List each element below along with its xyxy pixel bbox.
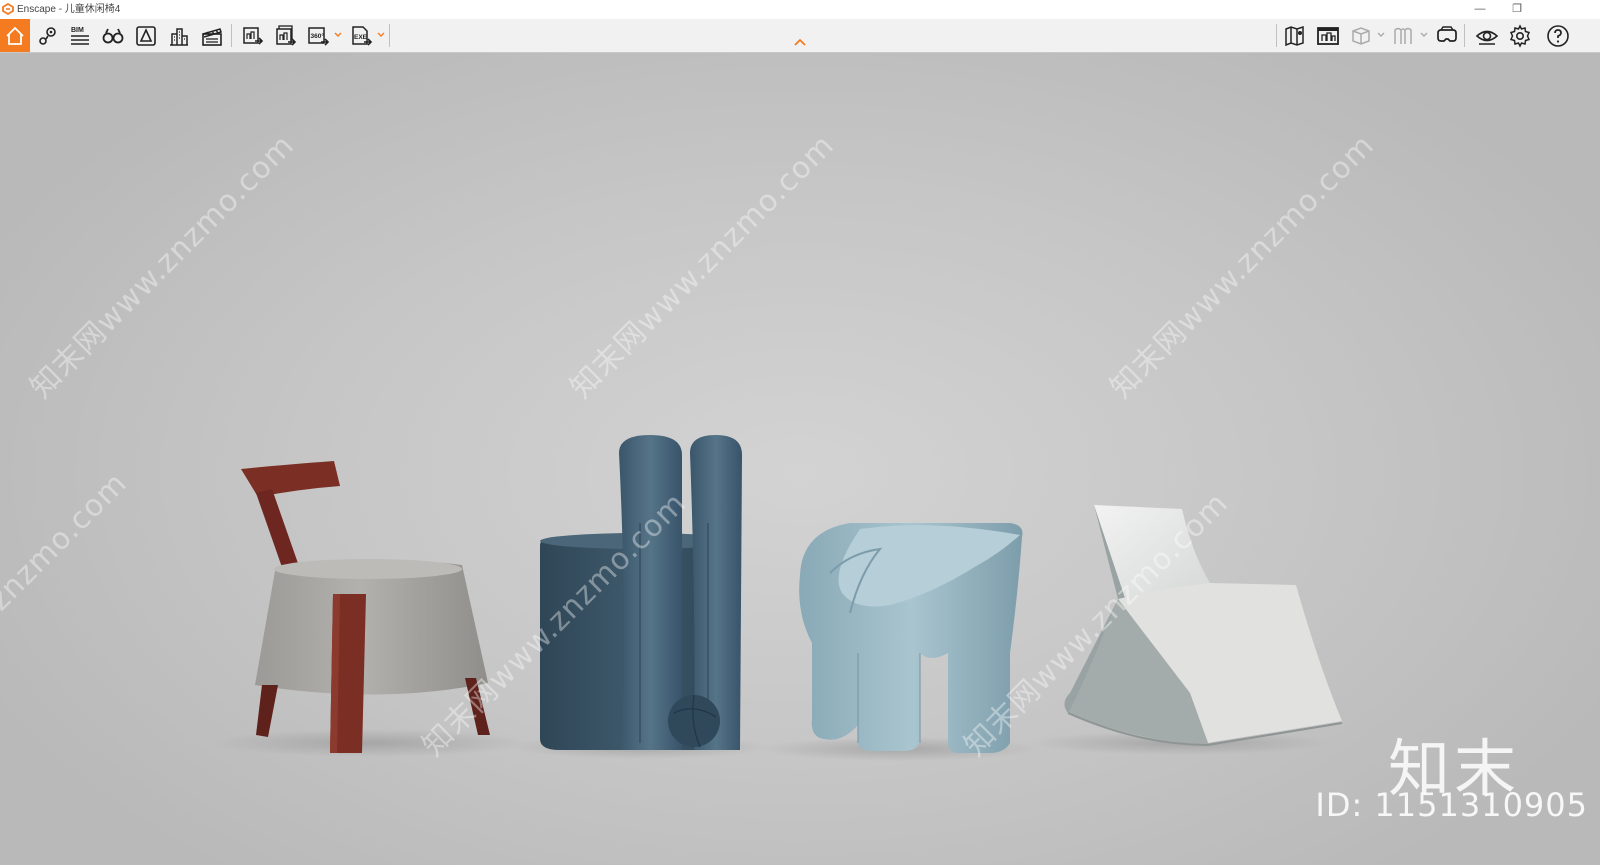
collapse-toolbar-icon[interactable] bbox=[793, 38, 807, 48]
settings-gear-icon bbox=[1509, 23, 1530, 48]
vr-headset-button[interactable] bbox=[1430, 19, 1463, 52]
export-exe-icon: EXE bbox=[351, 25, 372, 46]
views-panel-button[interactable] bbox=[1386, 19, 1419, 52]
toolbar-separator bbox=[1464, 24, 1465, 47]
window-title: Enscape - 儿童休闲椅4 bbox=[17, 4, 121, 15]
exe-label: EXE bbox=[354, 34, 368, 41]
cube-icon bbox=[1351, 26, 1370, 45]
chevron-down-icon[interactable] bbox=[334, 30, 342, 40]
export-image-icon bbox=[242, 26, 263, 45]
help-icon bbox=[1546, 24, 1569, 47]
panorama-label: 360° bbox=[310, 32, 324, 40]
export-panorama-button[interactable]: 360° bbox=[302, 19, 335, 52]
chevron-down-icon[interactable] bbox=[1377, 30, 1385, 40]
minimize-button[interactable]: — bbox=[1463, 0, 1497, 18]
walk-mode-button[interactable] bbox=[96, 19, 129, 52]
render-window-icon bbox=[1316, 26, 1339, 45]
map-icon bbox=[1284, 25, 1304, 46]
visual-settings-button[interactable] bbox=[1470, 19, 1503, 52]
video-editor-button[interactable] bbox=[195, 19, 228, 52]
view-management-icon bbox=[38, 26, 56, 45]
batch-render-icon bbox=[275, 24, 296, 46]
chevron-down-icon[interactable] bbox=[377, 30, 385, 40]
bim-button[interactable]: BIM bbox=[63, 19, 96, 52]
render-viewport[interactable]: 知末网www.znzmo.com 知末网www.znzmo.com 知末网www… bbox=[0, 53, 1600, 865]
export-exe-button[interactable]: EXE bbox=[345, 19, 378, 52]
title-bar: Enscape - 儿童休闲椅4 — ❐ bbox=[0, 0, 1600, 20]
toolbar-separator bbox=[1276, 24, 1277, 47]
clapperboard-icon bbox=[201, 27, 222, 46]
views-button[interactable] bbox=[31, 19, 64, 52]
binoculars-icon bbox=[102, 28, 123, 43]
home-button[interactable] bbox=[0, 19, 30, 52]
export-panorama-icon: 360° bbox=[307, 26, 329, 46]
bim-label: BIM bbox=[71, 27, 84, 34]
toolbar-separator bbox=[231, 24, 232, 47]
help-button[interactable] bbox=[1541, 19, 1574, 52]
settings-button[interactable] bbox=[1503, 19, 1536, 52]
map-button[interactable] bbox=[1278, 19, 1311, 52]
export-image-button[interactable] bbox=[236, 19, 269, 52]
restore-button[interactable]: ❐ bbox=[1500, 0, 1534, 18]
chevron-down-icon[interactable] bbox=[1420, 30, 1428, 40]
buildings-icon bbox=[169, 27, 188, 46]
bim-icon: BIM bbox=[70, 27, 89, 45]
render-window-button[interactable] bbox=[1311, 19, 1344, 52]
orthographic-view-button[interactable] bbox=[1344, 19, 1377, 52]
site-context-button[interactable] bbox=[162, 19, 195, 52]
eye-icon bbox=[1475, 30, 1498, 45]
asset-library-icon bbox=[135, 25, 156, 46]
brand-id: ID: 1151310905 bbox=[1315, 786, 1588, 824]
book-icon bbox=[1393, 27, 1412, 44]
enscape-logo-icon bbox=[2, 3, 14, 15]
toolbar-separator bbox=[389, 24, 390, 47]
vr-headset-icon bbox=[1436, 25, 1457, 42]
enscape-toolbar: BIM 360° EXE bbox=[0, 19, 1600, 53]
batch-render-button[interactable] bbox=[269, 19, 302, 52]
home-icon bbox=[6, 26, 24, 45]
asset-library-button[interactable] bbox=[129, 19, 162, 52]
